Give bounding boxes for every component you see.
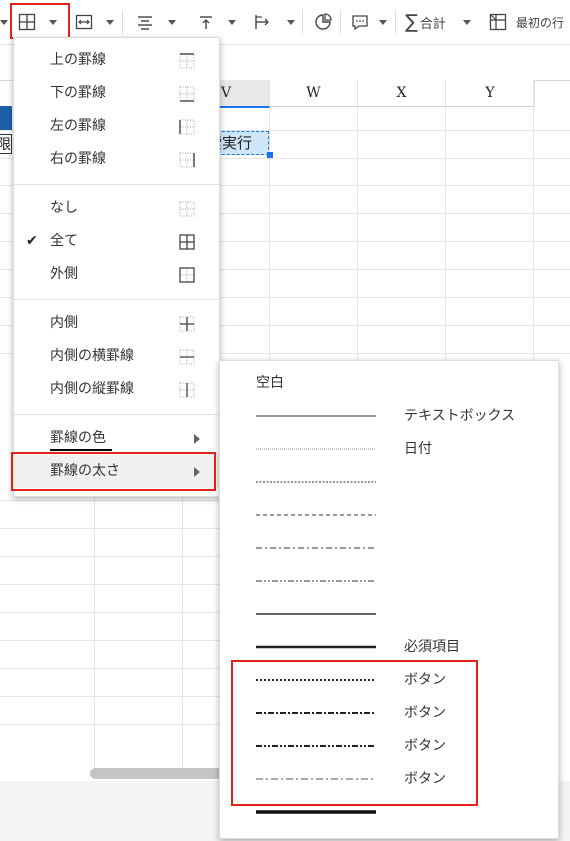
column-header-x[interactable]: X [358,80,446,107]
menu-item-left-border[interactable]: 左の罫線 [14,110,219,143]
borders-button-highlight [10,3,70,39]
all-borders-icon [179,234,195,250]
sigma-icon: ∑ [405,11,418,33]
column-header-w[interactable]: W [270,80,358,107]
merge-dropdown-caret[interactable] [106,12,114,32]
borders-menu: 上の罫線 下の罫線 左の罫線 右の罫線 なし ✔ 全て 外側 内側 内側の横罫線… [13,37,220,497]
fill-handle[interactable] [267,152,273,158]
top-border-icon [179,53,195,69]
thickness-option-blank[interactable]: 空白 [220,367,558,400]
comment-icon[interactable] [351,12,369,32]
horizontal-align-caret[interactable] [168,12,176,32]
freeze-icon [489,13,507,31]
button-styles-highlight [231,660,478,806]
bottom-border-icon [179,86,195,102]
thickness-option-4[interactable] [220,499,558,532]
text-direction-icon[interactable] [253,12,271,32]
sum-caret[interactable] [463,12,471,32]
toolbar-caret-left[interactable] [0,12,8,32]
line-solid-heavy [256,810,376,814]
menu-item-top-border[interactable]: 上の罫線 [14,44,219,77]
inner-border-icon [179,316,195,332]
thickness-option-2[interactable]: 日付 [220,433,558,466]
first-row-label: 最初の行 [516,15,565,30]
left-cell-fragment: 限 [0,134,12,154]
thickness-option-6[interactable] [220,565,558,598]
line-dash-dot-dot [256,580,376,582]
chart-icon[interactable] [314,12,332,32]
menu-item-inner-border[interactable]: 内側 [14,307,219,340]
checkmark-icon: ✔ [26,233,38,249]
column-header-y[interactable]: Y [446,80,535,107]
menu-item-inner-horizontal-border[interactable]: 内側の横罫線 [14,340,219,373]
line-solid-thin [256,415,376,417]
horizontal-scrollbar[interactable] [90,768,230,779]
menu-item-border-color[interactable]: 罫線の色 [14,422,219,455]
no-border-icon [179,201,195,217]
inner-horizontal-border-icon [179,349,195,365]
line-dash-dot [256,547,376,549]
left-border-icon [179,119,195,135]
right-border-icon [179,152,195,168]
sum-label: 合計 [419,16,446,32]
vertical-align-icon[interactable] [197,12,215,32]
selected-cell[interactable]: 索実行 [212,131,269,155]
inner-vertical-border-icon [179,382,195,398]
left-header-cell [0,106,12,130]
menu-item-all-borders[interactable]: ✔ 全て [14,225,219,258]
line-dotted-fine [256,448,376,450]
outer-border-icon [179,267,195,283]
thickness-option-7[interactable] [220,598,558,631]
border-color-swatch [50,449,112,451]
thickness-item-highlight [11,452,216,491]
merge-cells-icon[interactable] [75,12,93,32]
menu-item-bottom-border[interactable]: 下の罫線 [14,77,219,110]
vertical-align-caret[interactable] [228,12,236,32]
sum-button[interactable]: ∑ 合計 [405,11,446,33]
thickness-option-1[interactable]: テキストボックス [220,400,558,433]
line-solid-medium [256,613,376,615]
comment-caret[interactable] [379,12,387,32]
menu-item-no-border[interactable]: なし [14,192,219,225]
menu-item-right-border[interactable]: 右の罫線 [14,143,219,176]
freeze-first-row-button[interactable]: 最初の行 [489,12,564,32]
menu-item-outer-border[interactable]: 外側 [14,258,219,291]
line-dashed [256,514,376,516]
submenu-arrow-icon [194,434,200,444]
thickness-option-3[interactable] [220,466,558,499]
horizontal-align-icon[interactable] [136,12,154,32]
line-solid-thick [256,645,376,649]
menu-item-inner-vertical-border[interactable]: 内側の縦罫線 [14,373,219,406]
line-dotted-small [256,481,376,483]
text-direction-caret[interactable] [287,12,295,32]
thickness-option-5[interactable] [220,532,558,565]
